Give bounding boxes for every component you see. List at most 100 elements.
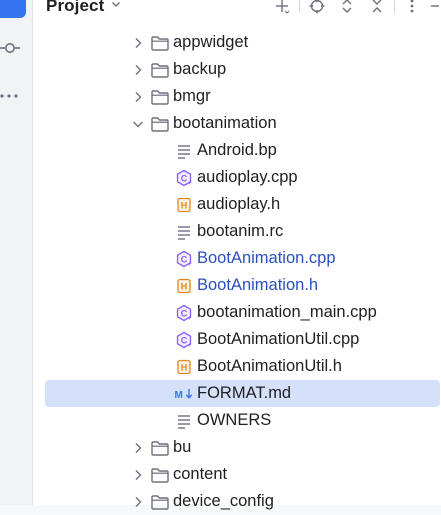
tree-folder-row[interactable]: content (33, 461, 441, 488)
tree-item-label: FORMAT.md (197, 384, 292, 402)
tree-item-label: bu (173, 438, 192, 456)
project-tool-button[interactable] (0, 0, 26, 18)
tree-row-content: appwidget (33, 29, 248, 56)
chevron-right-icon[interactable] (130, 35, 146, 51)
chevron-right-icon[interactable] (130, 467, 146, 483)
tree-item-label: BootAnimation.cpp (197, 249, 336, 267)
tree-item-label: Android.bp (197, 141, 277, 159)
more-tools-icon[interactable] (0, 88, 26, 106)
svg-text:+: + (188, 343, 192, 349)
toolbar-divider (299, 0, 300, 13)
tree-item-label: appwidget (173, 33, 249, 51)
tree-row-content: bootanimation (33, 110, 277, 137)
svg-text:C: C (181, 335, 188, 345)
text-file-icon (174, 142, 194, 160)
tree-row-content: C + BootAnimation.cpp (33, 245, 336, 272)
header-file-icon: H (174, 196, 194, 214)
tree-row-content: bootanim.rc (33, 218, 283, 245)
tree-file-row[interactable]: M FORMAT.md (45, 380, 440, 407)
tree-row-content: Android.bp (33, 137, 277, 164)
folder-icon (150, 115, 170, 133)
cpp-file-icon: C + (174, 304, 194, 322)
locate-icon[interactable] (302, 0, 332, 17)
tree-row-content: backup (33, 56, 226, 83)
expand-all-icon[interactable] (332, 0, 362, 17)
tree-item-label: bootanimation_main.cpp (197, 303, 377, 321)
tree-file-row[interactable]: C + BootAnimation.cpp (33, 245, 441, 272)
tree-file-row[interactable]: H BootAnimationUtil.h (33, 353, 441, 380)
tree-file-row[interactable]: OWNERS (33, 407, 441, 434)
commit-tool-icon[interactable] (0, 40, 26, 61)
more-options-icon[interactable] (397, 0, 427, 17)
tree-row-content: H BootAnimation.h (33, 272, 318, 299)
tree-item-label: content (173, 465, 228, 483)
tree-item-label: backup (173, 60, 227, 78)
tree-row-content: C + BootAnimationUtil.cpp (33, 326, 359, 353)
add-icon[interactable] (267, 0, 297, 17)
markdown-file-icon: M (174, 385, 194, 403)
tree-item-label: BootAnimationUtil.h (197, 357, 342, 375)
tree-item-label: bootanim.rc (197, 222, 284, 240)
svg-text:H: H (181, 200, 188, 210)
folder-icon (150, 88, 170, 106)
tree-row-content: OWNERS (33, 407, 271, 434)
svg-text:+: + (188, 262, 192, 268)
cpp-file-icon: C + (174, 250, 194, 268)
toolbar-divider (394, 0, 395, 13)
panel-header: Project (33, 0, 441, 18)
project-tree: appwidget backup bmgr bootanimation Android.… (33, 29, 441, 515)
tree-item-label: device_config (173, 492, 274, 510)
chevron-down-icon[interactable] (130, 116, 146, 132)
tree-file-row[interactable]: bootanim.rc (33, 218, 441, 245)
tree-folder-row[interactable]: backup (33, 56, 441, 83)
header-file-icon: H (174, 277, 194, 295)
svg-text:H: H (181, 362, 188, 372)
chevron-right-icon[interactable] (130, 62, 146, 78)
tree-row-content: bmgr (33, 83, 211, 110)
svg-text:+: + (188, 181, 192, 187)
tree-file-row[interactable]: C + audioplay.cpp (33, 164, 441, 191)
activity-strip (0, 0, 33, 505)
tree-row-content: Haudioplay.h (33, 191, 280, 218)
svg-text:M: M (175, 390, 183, 401)
tree-item-label: OWNERS (197, 411, 272, 429)
folder-icon (150, 61, 170, 79)
tree-folder-row[interactable]: bootanimation (33, 110, 441, 137)
tree-row-content: device_config (33, 488, 274, 515)
cpp-file-icon: C + (174, 169, 194, 187)
text-file-icon (174, 412, 194, 430)
tree-row-content: bu (33, 434, 191, 461)
svg-text:C: C (181, 254, 188, 264)
text-file-icon (174, 223, 194, 241)
chevron-right-icon[interactable] (130, 440, 146, 456)
tree-row-content: content (33, 461, 227, 488)
collapse-all-icon[interactable] (362, 0, 392, 17)
folder-icon (150, 493, 170, 511)
tree-row-content: C + audioplay.cpp (33, 164, 298, 191)
view-selector[interactable]: Project (46, 0, 122, 18)
chevron-down-icon (110, 0, 122, 15)
tree-row-content: M FORMAT.md (33, 380, 292, 407)
tree-item-label: audioplay.h (197, 195, 281, 213)
chevron-right-icon[interactable] (130, 89, 146, 105)
tree-row-content: H BootAnimationUtil.h (33, 353, 342, 380)
tree-file-row[interactable]: Haudioplay.h (33, 191, 441, 218)
tree-file-row[interactable]: Android.bp (33, 137, 441, 164)
svg-text:H: H (181, 281, 188, 291)
tree-folder-row[interactable]: device_config (33, 488, 441, 515)
tree-folder-row[interactable]: bmgr (33, 83, 441, 110)
tree-item-label: BootAnimation.h (197, 276, 319, 294)
svg-text:C: C (181, 173, 188, 183)
folder-icon (150, 439, 170, 457)
tree-file-row[interactable]: C + BootAnimationUtil.cpp (33, 326, 441, 353)
cpp-file-icon: C + (174, 331, 194, 349)
tree-item-label: bootanimation (173, 114, 277, 132)
svg-text:+: + (188, 316, 192, 322)
tree-item-label: audioplay.cpp (197, 168, 298, 186)
tree-folder-row[interactable]: appwidget (33, 29, 441, 56)
tree-folder-row[interactable]: bu (33, 434, 441, 461)
tree-file-row[interactable]: C + bootanimation_main.cpp (33, 299, 441, 326)
tree-file-row[interactable]: H BootAnimation.h (33, 272, 441, 299)
chevron-right-icon[interactable] (130, 494, 146, 510)
hide-panel-icon[interactable] (427, 0, 441, 17)
